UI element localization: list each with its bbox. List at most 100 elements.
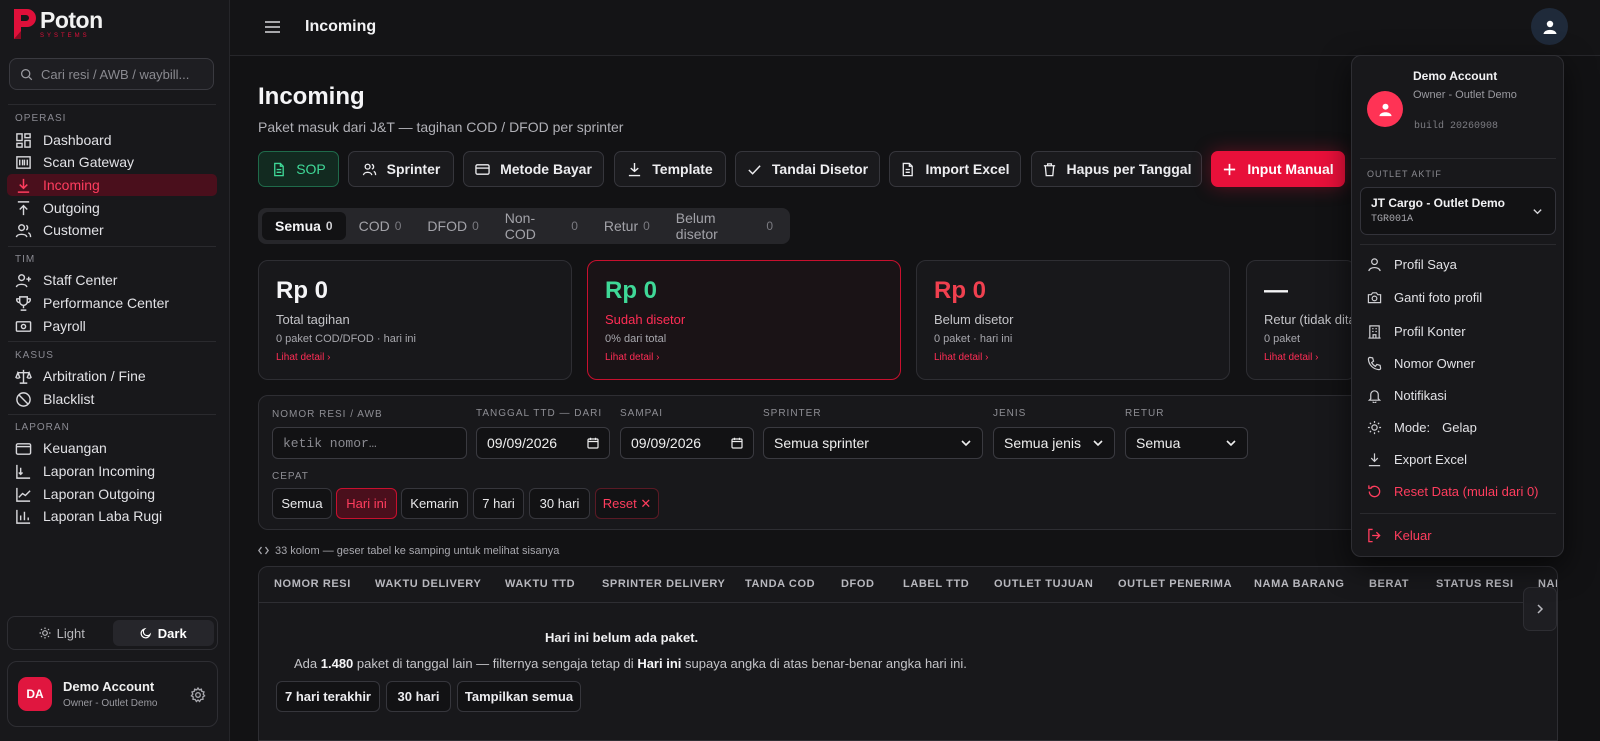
resi-input[interactable]: ketik nomor…: [272, 427, 467, 459]
table-scroll-right-button[interactable]: [1523, 587, 1557, 631]
tab-non-cod[interactable]: Non-COD 0: [492, 210, 591, 242]
card-detail-link[interactable]: Lihat detail ›: [605, 352, 883, 363]
sprinter-select[interactable]: Semua sprinter: [763, 427, 983, 459]
column-header[interactable]: TANDA COD: [745, 578, 815, 590]
column-header[interactable]: WAKTU DELIVERY: [375, 578, 481, 590]
column-header[interactable]: NOMOR RESI: [274, 578, 351, 590]
outlet-name: JT Cargo - Outlet Demo: [1371, 196, 1506, 210]
nav-label: Staff Center: [43, 272, 118, 288]
menu-item-nomor-owner[interactable]: Nomor Owner: [1367, 353, 1475, 373]
nav-item-customer[interactable]: Customer: [7, 219, 217, 241]
date-from-input[interactable]: 09/09/2026: [476, 427, 610, 459]
retur-select[interactable]: Semua: [1125, 427, 1248, 459]
menu-item-reset-data[interactable]: Reset Data (mulai dari 0): [1367, 481, 1539, 501]
sprinter-button[interactable]: Sprinter: [348, 151, 454, 187]
quick-7-hari-button[interactable]: 7 hari: [473, 488, 524, 519]
nav-item-laporan-laba-rugi[interactable]: Laporan Laba Rugi: [7, 505, 217, 527]
template-button[interactable]: Template: [614, 151, 726, 187]
chevron-down-icon: [961, 440, 971, 447]
search-input[interactable]: [41, 66, 201, 82]
sop-button[interactable]: SOP: [258, 151, 339, 187]
nav-item-laporan-incoming[interactable]: Laporan Incoming: [7, 460, 217, 482]
download-icon: [629, 162, 641, 176]
quick-30-hari-button[interactable]: 30 hari: [529, 488, 590, 519]
download-icon: [1368, 452, 1381, 466]
card-label: Belum disetor: [934, 312, 1014, 327]
date-to-input[interactable]: 09/09/2026: [620, 427, 754, 459]
nav-item-incoming[interactable]: Incoming: [7, 174, 217, 196]
nav-item-performance-center[interactable]: Performance Center: [7, 292, 217, 314]
column-header[interactable]: STATUS RESI: [1436, 578, 1514, 590]
hapus-per-tanggal-button[interactable]: Hapus per Tanggal: [1031, 151, 1202, 187]
nav-item-blacklist[interactable]: Blacklist: [7, 388, 217, 410]
menu-item-profil-konter[interactable]: Profil Konter: [1367, 321, 1466, 341]
show-all-button[interactable]: Tampilkan semua: [457, 681, 581, 712]
card-detail-link[interactable]: Lihat detail ›: [276, 352, 554, 363]
brand-logo[interactable]: Poton SYSTEMS: [12, 6, 103, 42]
calendar-icon[interactable]: [731, 437, 743, 449]
quick-kemarin-button[interactable]: Kemarin: [401, 488, 468, 519]
tab-dfod[interactable]: DFOD 0: [414, 212, 491, 240]
show-30-days-button[interactable]: 30 hari: [386, 681, 451, 712]
column-header[interactable]: DFOD: [841, 578, 875, 590]
column-header[interactable]: OUTLET TUJUAN: [994, 578, 1093, 590]
nav-item-dashboard[interactable]: Dashboard: [7, 129, 217, 151]
user-icon: [1368, 257, 1381, 271]
tandai-disetor-button[interactable]: Tandai Disetor: [735, 151, 880, 187]
column-header[interactable]: NAMA BARANG: [1254, 578, 1345, 590]
menu-item-profil-saya[interactable]: Profil Saya: [1367, 254, 1457, 274]
nav-item-scan-gateway[interactable]: Scan Gateway: [7, 151, 217, 173]
card-value: Rp 0: [276, 277, 329, 304]
column-header[interactable]: SPRINTER DELIVERY: [602, 578, 725, 590]
input-manual-button[interactable]: Input Manual: [1211, 151, 1345, 187]
gear-icon[interactable]: [190, 687, 206, 703]
nav-item-payroll[interactable]: Payroll: [7, 315, 217, 337]
tab-belum-disetor[interactable]: Belum disetor 0: [663, 210, 786, 242]
tab-retur[interactable]: Retur 0: [591, 212, 663, 240]
nav-label: Blacklist: [43, 391, 95, 407]
menu-item-ganti-foto[interactable]: Ganti foto profil: [1367, 287, 1482, 307]
show-7-days-button[interactable]: 7 hari terakhir: [276, 681, 380, 712]
metode-bayar-button[interactable]: Metode Bayar: [463, 151, 604, 187]
card-label: Total tagihan: [276, 312, 350, 327]
brand-name: Poton: [40, 7, 103, 33]
profile-avatar-button[interactable]: [1531, 8, 1568, 45]
quick-hari-ini-button[interactable]: Hari ini: [336, 488, 397, 519]
menu-item-export-excel[interactable]: Export Excel: [1367, 449, 1467, 469]
nav-item-laporan-outgoing[interactable]: Laporan Outgoing: [7, 483, 217, 505]
nav-section-laporan: LAPORAN: [15, 422, 70, 433]
user-card[interactable]: DA Demo Account Owner - Outlet Demo: [7, 661, 218, 727]
import-excel-button[interactable]: Import Excel: [889, 151, 1021, 187]
nav-item-arbitration-fine[interactable]: Arbitration / Fine: [7, 365, 217, 387]
nav-item-staff-center[interactable]: Staff Center: [7, 269, 217, 291]
menu-item-keluar[interactable]: Keluar: [1367, 525, 1432, 545]
jenis-select[interactable]: Semua jenis: [993, 427, 1115, 459]
column-header[interactable]: WAKTU TTD: [505, 578, 575, 590]
card-detail-link[interactable]: Lihat detail ›: [1264, 352, 1338, 363]
tab-count: 0: [325, 219, 333, 233]
quick-semua-button[interactable]: Semua: [272, 488, 332, 519]
file-text-icon: [903, 162, 914, 176]
menu-item-notifikasi[interactable]: Notifikasi: [1367, 385, 1447, 405]
nav-item-outgoing[interactable]: Outgoing: [7, 197, 217, 219]
phone-icon: [1367, 356, 1382, 370]
line-chart-icon: [16, 487, 31, 502]
card-detail-link[interactable]: Lihat detail ›: [934, 352, 1212, 363]
theme-light-button[interactable]: Light: [11, 620, 113, 646]
menu-item-mode[interactable]: Mode: Gelap: [1367, 417, 1477, 437]
calendar-icon[interactable]: [587, 437, 599, 449]
theme-dark-button[interactable]: Dark: [112, 620, 214, 646]
column-header[interactable]: OUTLET PENERIMA: [1118, 578, 1232, 590]
quick-reset-button[interactable]: Reset ✕: [595, 488, 659, 519]
column-header[interactable]: LABEL TTD: [903, 578, 969, 590]
outlet-selector[interactable]: JT Cargo - Outlet Demo TGR001A: [1360, 187, 1556, 235]
profile-dropdown-menu: Demo Account Owner - Outlet Demo build 2…: [1351, 55, 1564, 557]
build-version: build 20260908: [1414, 121, 1499, 132]
tab-cod[interactable]: COD 0: [346, 212, 415, 240]
nav-item-keuangan[interactable]: Keuangan: [7, 437, 217, 459]
tab-semua[interactable]: Semua 0: [262, 212, 346, 240]
sun-icon: [39, 627, 51, 639]
hamburger-menu-icon[interactable]: [264, 19, 281, 35]
column-header[interactable]: BERAT: [1369, 578, 1409, 590]
card-meta: 0 paket · hari ini: [934, 333, 1013, 345]
